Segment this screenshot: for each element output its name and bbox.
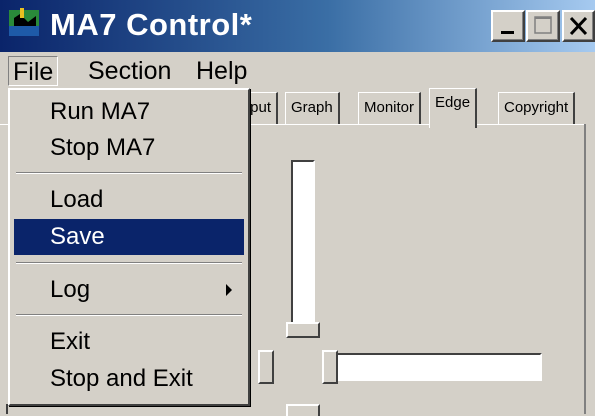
menu-help[interactable]: Help — [192, 56, 251, 86]
tab-monitor[interactable]: Monitor — [358, 92, 422, 124]
maximize-icon — [534, 16, 552, 34]
menu-item-log-label: Log — [50, 276, 91, 303]
menu-separator — [16, 314, 242, 316]
vertical-slider-track[interactable] — [291, 160, 315, 336]
ma7-app-icon[interactable] — [8, 6, 42, 40]
window-title: MA7 Control* — [50, 7, 253, 42]
lower-slider-thumb[interactable] — [286, 404, 320, 416]
tab-graph[interactable]: Graph — [285, 92, 340, 124]
minimize-button[interactable] — [491, 10, 525, 42]
horizontal-slider-track[interactable] — [322, 353, 542, 381]
menu-section[interactable]: Section — [84, 56, 175, 86]
menu-item-save[interactable]: Save — [14, 219, 244, 255]
close-button[interactable] — [562, 10, 595, 42]
tab-panel-edge — [584, 124, 586, 414]
minimize-icon — [501, 31, 514, 34]
menu-bar: File Section Help — [0, 54, 595, 88]
tab-copyright[interactable]: Copyright — [498, 92, 576, 124]
tab-edge[interactable]: Edge — [429, 88, 478, 128]
vertical-slider-thumb[interactable] — [286, 322, 320, 338]
horizontal-slider-thumb[interactable] — [322, 350, 338, 384]
menu-separator — [16, 262, 242, 264]
title-bar: MA7 Control* — [0, 0, 595, 52]
maximize-button[interactable] — [526, 10, 560, 42]
menu-item-stop-and-exit[interactable]: Stop and Exit — [14, 361, 244, 397]
menu-item-stop-ma7[interactable]: Stop MA7 — [14, 130, 244, 166]
menu-item-load[interactable]: Load — [14, 182, 244, 218]
menu-item-exit[interactable]: Exit — [14, 324, 244, 360]
file-menu-dropdown: Run MA7 Stop MA7 Load Save Log Exit Stop… — [8, 88, 250, 406]
submenu-arrow-icon — [226, 284, 232, 296]
menu-item-run-ma7[interactable]: Run MA7 — [14, 94, 244, 130]
menu-file[interactable]: File — [8, 56, 59, 86]
left-slider-thumb[interactable] — [258, 350, 274, 384]
menu-item-log[interactable]: Log — [14, 272, 244, 308]
close-icon — [569, 16, 588, 36]
menu-separator — [16, 172, 242, 174]
